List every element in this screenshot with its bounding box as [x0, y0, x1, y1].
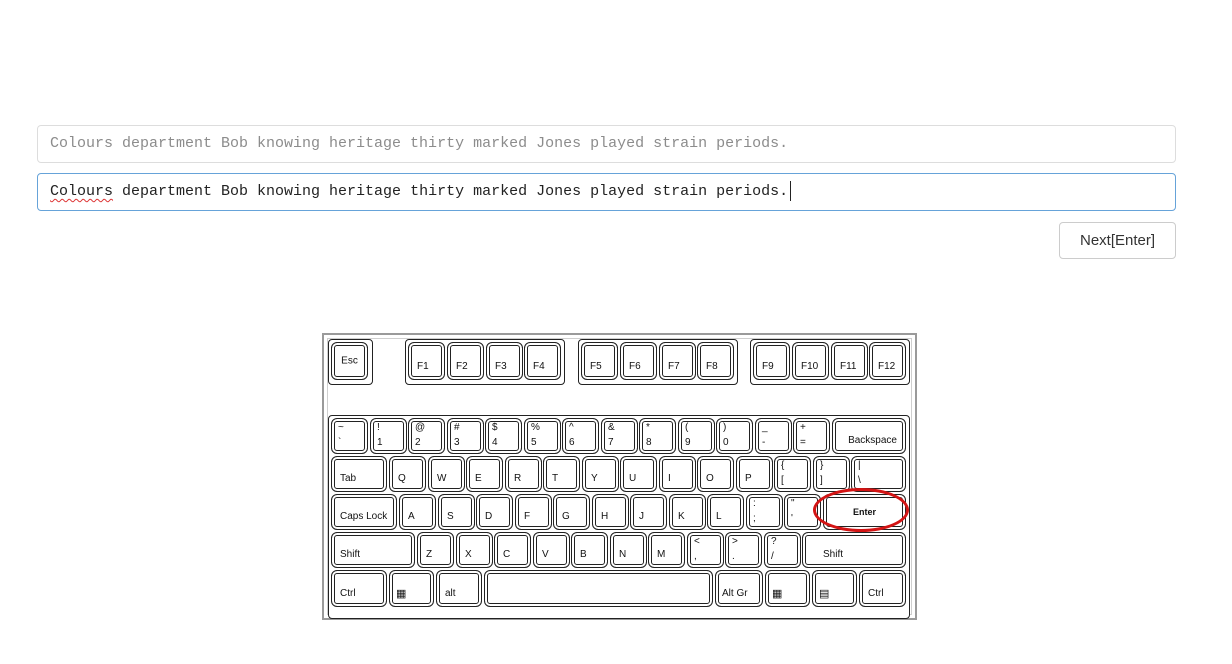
- key-i: I: [659, 456, 696, 492]
- windows-icon: ▦: [772, 588, 783, 600]
- key-minus: _ -: [755, 418, 792, 454]
- key-l: L: [707, 494, 744, 530]
- key-u: U: [620, 456, 657, 492]
- key-equals: + =: [793, 418, 830, 454]
- key-f7: F7: [659, 342, 696, 380]
- key-1: ! 1: [370, 418, 407, 454]
- key-esc: Esc: [331, 342, 368, 380]
- key-backslash: | \: [851, 456, 906, 492]
- key-p: P: [736, 456, 773, 492]
- windows-icon: ▦: [396, 588, 407, 600]
- key-backtick: ~ `: [331, 418, 368, 454]
- key-h: H: [592, 494, 629, 530]
- key-y: Y: [582, 456, 619, 492]
- key-f3: F3: [486, 342, 523, 380]
- key-2: @2: [408, 418, 445, 454]
- key-caps-lock: Caps Lock: [331, 494, 397, 530]
- typing-input[interactable]: Colours department Bob knowing heritage …: [37, 173, 1176, 211]
- key-o: O: [697, 456, 734, 492]
- key-space: [484, 570, 713, 607]
- key-bracket-open: {[: [774, 456, 811, 492]
- key-slash: ? /: [764, 532, 801, 568]
- key-5: % 5: [524, 418, 561, 454]
- key-4: $4: [485, 418, 522, 454]
- key-j: J: [630, 494, 667, 530]
- key-x: X: [456, 532, 493, 568]
- key-tab: Tab: [331, 456, 387, 492]
- key-shift-left: Shift: [331, 532, 415, 568]
- enter-highlight-ring: [813, 488, 909, 532]
- key-k: K: [669, 494, 706, 530]
- key-windows-left: ▦: [389, 570, 434, 607]
- key-z: Z: [417, 532, 454, 568]
- key-n: N: [610, 532, 647, 568]
- key-comma: <,: [687, 532, 724, 568]
- key-alt: alt: [436, 570, 482, 607]
- target-sentence: Colours department Bob knowing heritage …: [37, 125, 1176, 163]
- keyboard-diagram: Esc F1 F2 F3 F4 F5 F6 F7 F8 F9 F10 F11 F…: [322, 333, 917, 620]
- key-d: D: [476, 494, 513, 530]
- key-ctrl-left: Ctrl: [331, 570, 387, 607]
- key-7: & 7: [601, 418, 638, 454]
- key-f12: F12: [869, 342, 906, 380]
- key-alt-gr: Alt Gr: [715, 570, 763, 607]
- key-f1: F1: [408, 342, 445, 380]
- key-6: ^ 6: [562, 418, 599, 454]
- key-menu: ▤: [812, 570, 857, 607]
- key-v: V: [533, 532, 570, 568]
- key-b: B: [571, 532, 608, 568]
- key-f11: F11: [831, 342, 868, 380]
- typed-first-word: Colours: [50, 183, 114, 200]
- key-a: A: [399, 494, 436, 530]
- key-f4: F4: [524, 342, 561, 380]
- key-q: Q: [389, 456, 426, 492]
- key-bracket-close: }]: [813, 456, 850, 492]
- key-f9: F9: [753, 342, 790, 380]
- key-f6: F6: [620, 342, 657, 380]
- key-windows-right: ▦: [765, 570, 810, 607]
- key-semicolon: :;: [746, 494, 783, 530]
- key-ctrl-right: Ctrl: [859, 570, 906, 607]
- key-f5: F5: [581, 342, 618, 380]
- key-backspace: Backspace: [832, 418, 906, 454]
- key-w: W: [428, 456, 465, 492]
- key-3: #3: [447, 418, 484, 454]
- key-s: S: [438, 494, 475, 530]
- key-9: (9: [678, 418, 715, 454]
- key-f10: F10: [792, 342, 829, 380]
- key-0: ) 0: [716, 418, 753, 454]
- key-m: M: [648, 532, 685, 568]
- text-caret: [790, 181, 792, 202]
- key-c: C: [494, 532, 531, 568]
- key-r: R: [505, 456, 542, 492]
- key-e: E: [466, 456, 503, 492]
- key-shift-right: Shift: [802, 532, 906, 568]
- key-f: F: [515, 494, 552, 530]
- key-f2: F2: [447, 342, 484, 380]
- key-8: * 8: [639, 418, 676, 454]
- key-period: >.: [725, 532, 762, 568]
- context-menu-icon: ▤: [819, 588, 830, 600]
- key-f8: F8: [697, 342, 734, 380]
- key-g: G: [553, 494, 590, 530]
- key-t: T: [543, 456, 580, 492]
- typed-text: department Bob knowing heritage thirty m…: [113, 183, 789, 200]
- next-button[interactable]: Next[Enter]: [1059, 222, 1176, 259]
